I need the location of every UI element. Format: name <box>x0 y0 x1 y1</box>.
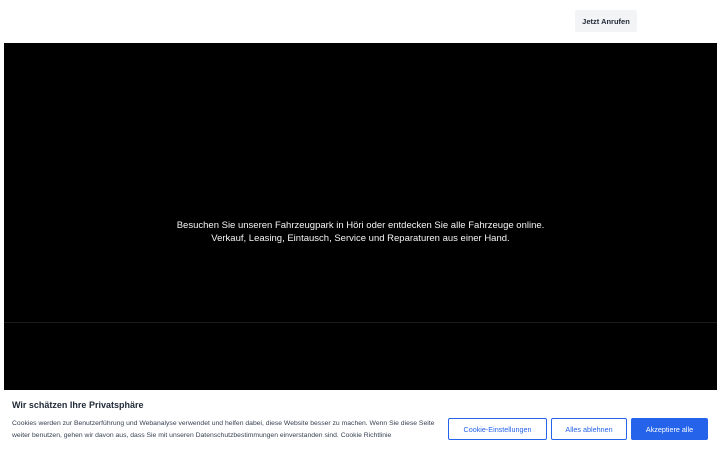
hero-text: Besuchen Sie unseren Fahrzeugpark in Hör… <box>4 219 717 245</box>
accept-all-button[interactable]: Akzeptiere alle <box>631 418 708 440</box>
cookie-consent-banner: Wir schätzen Ihre Privatsphäre Cookies w… <box>0 390 720 450</box>
cookie-banner-title: Wir schätzen Ihre Privatsphäre <box>12 400 144 410</box>
hero-text-line-2: Verkauf, Leasing, Eintausch, Service und… <box>211 233 510 244</box>
hero-text-line-1: Besuchen Sie unseren Fahrzeugpark in Hör… <box>176 220 545 231</box>
cookie-banner-text: Cookies werden zur Benutzerführung und W… <box>12 418 442 442</box>
call-now-button[interactable]: Jetzt Anrufen <box>575 10 637 32</box>
reject-all-button[interactable]: Alles ablehnen <box>551 418 627 440</box>
cookie-policy-link[interactable]: Cookie Richtlinie <box>341 432 392 439</box>
cookie-settings-button[interactable]: Cookie-Einstellungen <box>448 418 547 440</box>
hero-divider <box>4 322 717 323</box>
top-navigation-bar: Jetzt Anrufen <box>0 0 720 43</box>
hero-video-area: Besuchen Sie unseren Fahrzeugpark in Hör… <box>4 43 717 390</box>
